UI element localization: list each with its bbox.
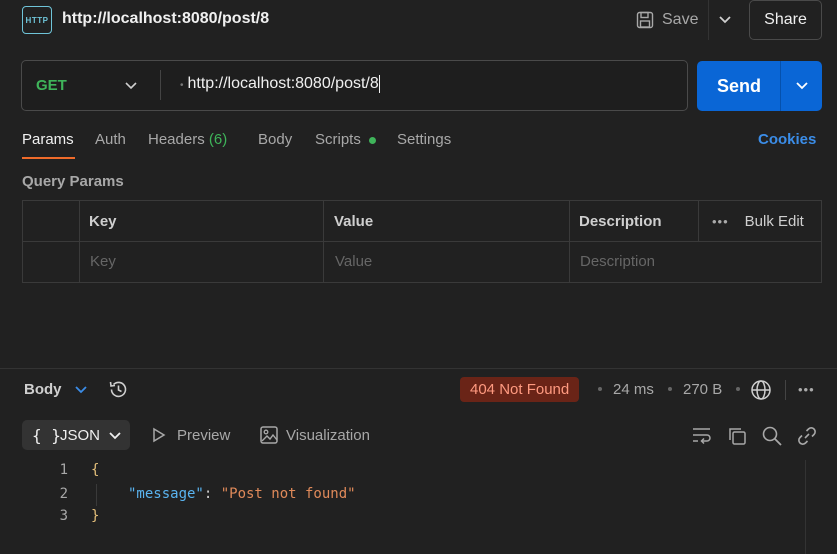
cookies-link[interactable]: Cookies	[758, 131, 816, 148]
json-colon: :	[203, 486, 221, 502]
response-size[interactable]: 270 B	[683, 381, 722, 398]
search-icon[interactable]	[761, 425, 783, 451]
tab-headers-label: Headers	[148, 131, 205, 148]
tab-body[interactable]: Body	[258, 131, 292, 148]
bulk-edit-button[interactable]: ••• Bulk Edit	[712, 213, 804, 230]
globe-icon[interactable]	[750, 379, 772, 405]
save-label: Save	[662, 11, 699, 28]
tab-scripts[interactable]: Scripts	[315, 131, 361, 148]
params-table	[22, 200, 822, 283]
line-number: 2	[59, 486, 68, 502]
pane-divider[interactable]	[0, 368, 837, 369]
chevron-down-icon[interactable]	[718, 12, 732, 30]
json-close-brace: }	[91, 508, 100, 524]
separator-dot	[736, 387, 740, 391]
url-value: http://localhost:8080/post/8	[187, 75, 379, 93]
more-icon: •••	[712, 214, 729, 229]
response-body-label[interactable]: Body	[24, 381, 62, 398]
line-number: 1	[59, 462, 68, 478]
copy-icon[interactable]	[726, 425, 748, 451]
response-time[interactable]: 24 ms	[613, 381, 654, 398]
headers-count: (6)	[208, 131, 228, 148]
chevron-down-icon[interactable]	[795, 78, 809, 96]
chevron-down-icon[interactable]	[124, 78, 138, 96]
history-icon[interactable]	[108, 379, 129, 404]
tab-auth[interactable]: Auth	[95, 131, 126, 148]
tab-settings[interactable]: Settings	[397, 131, 451, 148]
status-badge[interactable]: 404 Not Found	[460, 377, 580, 402]
bulk-edit-label: Bulk Edit	[744, 213, 804, 230]
indent-guide	[96, 484, 97, 506]
json-braces-icon: { }	[32, 426, 61, 445]
preview-icon[interactable]	[152, 427, 166, 446]
json-open-brace: {	[91, 462, 100, 478]
column-header-value: Value	[334, 213, 374, 230]
separator-dot	[668, 387, 672, 391]
divider	[780, 61, 781, 111]
key-input[interactable]: Key	[90, 253, 116, 270]
url-input[interactable]: • http://localhost:8080/post/8	[180, 75, 380, 93]
chevron-down-icon[interactable]	[108, 428, 122, 446]
method-select[interactable]: GET	[36, 77, 67, 94]
http-icon: HTTP	[22, 6, 52, 34]
send-label[interactable]: Send	[717, 76, 761, 97]
separator-dot	[598, 387, 602, 391]
line-number: 3	[59, 508, 68, 524]
divider	[160, 70, 161, 100]
scrollbar[interactable]	[805, 460, 806, 554]
wrap-icon[interactable]	[691, 425, 713, 449]
divider	[708, 0, 709, 40]
visualization-button[interactable]: Visualization	[286, 427, 370, 444]
save-button[interactable]: Save	[636, 7, 698, 33]
description-input[interactable]: Description	[580, 253, 655, 270]
preview-button[interactable]: Preview	[177, 427, 230, 444]
scripts-indicator-dot	[369, 137, 376, 144]
save-icon	[636, 11, 654, 29]
value-input[interactable]: Value	[335, 253, 372, 270]
column-header-description: Description	[579, 213, 662, 230]
request-title: http://localhost:8080/post/8	[62, 10, 270, 27]
tab-params[interactable]: Params	[22, 131, 74, 148]
link-icon[interactable]	[796, 425, 818, 451]
column-header-key: Key	[89, 213, 117, 230]
query-params-title: Query Params	[22, 173, 124, 190]
json-key: "message"	[128, 486, 204, 502]
chevron-down-icon[interactable]	[74, 382, 88, 400]
divider	[785, 380, 786, 400]
more-icon[interactable]: •••	[798, 382, 815, 397]
share-button[interactable]: Share	[749, 0, 822, 40]
active-tab-indicator	[22, 157, 75, 159]
image-icon[interactable]	[259, 425, 279, 449]
tab-headers[interactable]: Headers (6)	[148, 131, 227, 148]
json-line: "message": "Post not found"	[128, 486, 356, 502]
json-value: "Post not found"	[220, 486, 356, 502]
format-label[interactable]: JSON	[60, 427, 100, 444]
